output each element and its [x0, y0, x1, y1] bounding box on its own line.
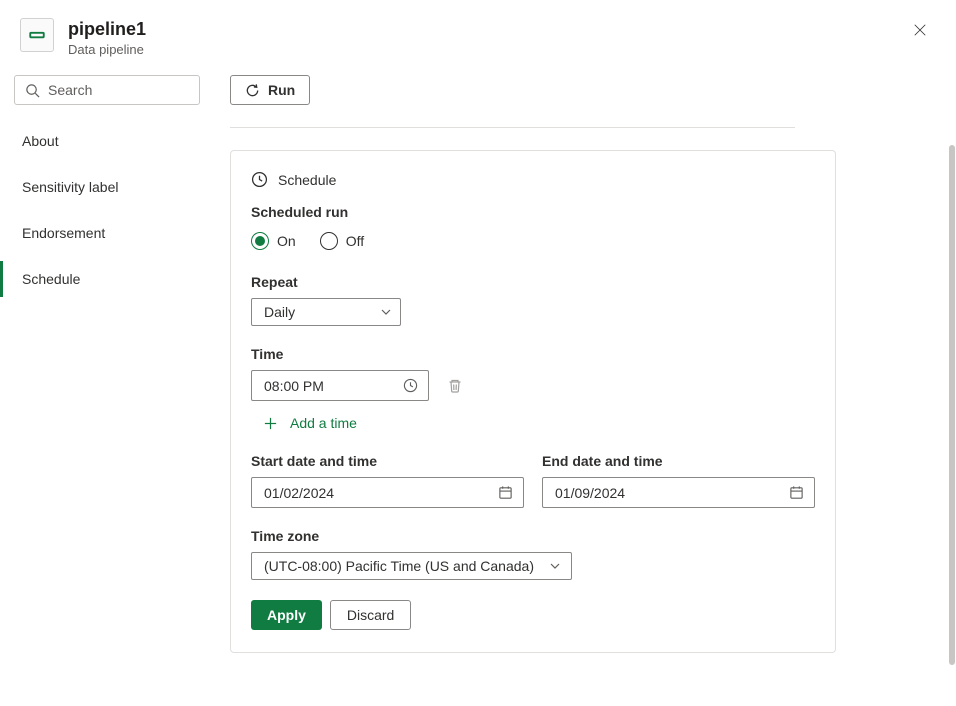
page-title: pipeline1 — [68, 18, 146, 40]
timezone-label: Time zone — [251, 528, 815, 544]
start-date-label: Start date and time — [251, 453, 524, 469]
close-button[interactable] — [910, 20, 930, 40]
apply-button[interactable]: Apply — [251, 600, 322, 630]
schedule-card: Schedule Scheduled run On Off Repeat Dai… — [230, 150, 836, 653]
close-icon — [913, 23, 927, 37]
time-picker-button[interactable] — [401, 376, 420, 395]
radio-off[interactable]: Off — [320, 232, 364, 250]
scrollbar-thumb[interactable] — [949, 145, 955, 665]
radio-on-label: On — [277, 233, 296, 249]
repeat-label: Repeat — [251, 274, 815, 290]
time-label: Time — [251, 346, 815, 362]
end-date-label: End date and time — [542, 453, 815, 469]
radio-off-control — [320, 232, 338, 250]
trash-icon — [447, 378, 463, 394]
run-button-label: Run — [268, 82, 295, 98]
repeat-value: Daily — [264, 304, 295, 320]
sidebar-item-about[interactable]: About — [0, 123, 200, 159]
chevron-down-icon — [380, 306, 392, 318]
sidebar-item-sensitivity[interactable]: Sensitivity label — [0, 169, 200, 205]
time-input[interactable]: 08:00 PM — [251, 370, 429, 401]
sidebar-item-endorsement[interactable]: Endorsement — [0, 215, 200, 251]
end-date-input[interactable]: 01/09/2024 — [542, 477, 815, 508]
refresh-icon — [245, 83, 260, 98]
calendar-icon — [498, 485, 513, 500]
card-title: Schedule — [278, 172, 336, 188]
run-button[interactable]: Run — [230, 75, 310, 105]
main-content: Run Schedule Scheduled run On Off — [214, 65, 956, 653]
search-field[interactable] — [14, 75, 200, 105]
scrollbar[interactable] — [948, 0, 956, 706]
search-icon — [25, 83, 40, 98]
radio-off-label: Off — [346, 233, 364, 249]
chevron-down-icon — [549, 560, 561, 572]
divider — [230, 127, 795, 128]
timezone-value: (UTC-08:00) Pacific Time (US and Canada) — [264, 558, 534, 574]
repeat-select[interactable]: Daily — [251, 298, 401, 326]
pipeline-icon — [20, 18, 54, 52]
search-input[interactable] — [48, 82, 189, 98]
radio-on[interactable]: On — [251, 232, 296, 250]
discard-button[interactable]: Discard — [330, 600, 411, 630]
end-date-picker-button[interactable] — [787, 483, 806, 502]
end-date-value: 01/09/2024 — [555, 485, 625, 501]
radio-on-control — [251, 232, 269, 250]
time-value: 08:00 PM — [264, 378, 324, 394]
title-block: pipeline1 Data pipeline — [68, 18, 146, 57]
sidebar-item-schedule[interactable]: Schedule — [0, 261, 200, 297]
clock-icon — [251, 171, 268, 188]
start-date-value: 01/02/2024 — [264, 485, 334, 501]
start-date-input[interactable]: 01/02/2024 — [251, 477, 524, 508]
start-date-picker-button[interactable] — [496, 483, 515, 502]
add-time-label: Add a time — [290, 415, 357, 431]
plus-icon — [263, 416, 278, 431]
calendar-icon — [789, 485, 804, 500]
add-time-button[interactable]: Add a time — [251, 415, 815, 431]
timezone-select[interactable]: (UTC-08:00) Pacific Time (US and Canada) — [251, 552, 572, 580]
clock-icon — [403, 378, 418, 393]
page-subtitle: Data pipeline — [68, 42, 146, 57]
delete-time-button[interactable] — [445, 376, 465, 396]
sidebar: About Sensitivity label Endorsement Sche… — [0, 65, 214, 307]
scheduled-run-label: Scheduled run — [251, 204, 815, 220]
